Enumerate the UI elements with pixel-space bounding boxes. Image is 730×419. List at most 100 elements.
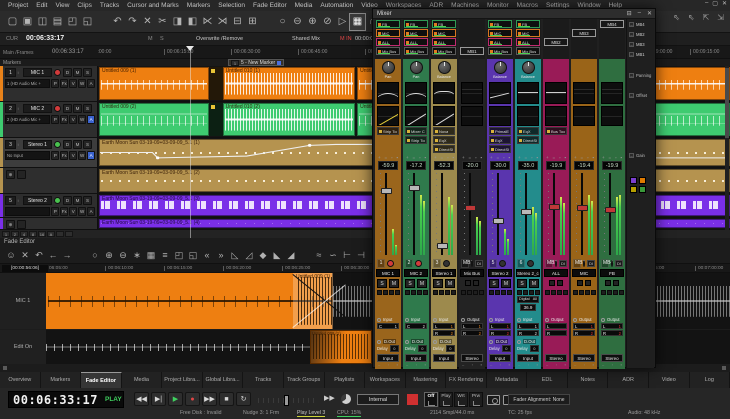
cut-tail-icon[interactable]: ⋊ xyxy=(215,14,230,30)
track-solo-button[interactable]: S xyxy=(83,196,92,205)
strip-mode-button[interactable]: Input xyxy=(377,354,399,362)
zoom-in-icon[interactable]: ⊕ xyxy=(102,250,116,261)
bottom-tab[interactable]: Media xyxy=(122,372,163,388)
mixer-send-slot[interactable] xyxy=(460,29,484,37)
track-stepper[interactable]: ↕ xyxy=(17,140,22,149)
master-timecode-display[interactable]: 00:06:33:17 PLAY xyxy=(8,391,124,408)
fader-value-display[interactable]: -20.0 xyxy=(462,161,482,170)
restore-icon[interactable]: ▢ xyxy=(712,0,718,7)
import-icon[interactable]: ◫ xyxy=(35,14,50,30)
list-icon[interactable]: ≡ xyxy=(158,250,172,260)
track-solo-button[interactable]: S xyxy=(83,104,92,113)
step-button[interactable]: ▶| xyxy=(151,392,166,406)
plugin-enabled-icon[interactable] xyxy=(491,148,494,151)
bottom-tab[interactable]: Markers xyxy=(41,372,82,388)
pan-knob[interactable] xyxy=(438,61,451,74)
strip-mode-button[interactable]: Stereo xyxy=(573,354,595,362)
track-p-button[interactable]: P xyxy=(51,115,59,124)
track-input-selector[interactable]: No Input xyxy=(5,151,50,160)
gain-section-toggle[interactable]: –Gain xyxy=(629,153,645,158)
track-w-button[interactable]: W xyxy=(78,115,86,124)
strip-record-button[interactable] xyxy=(471,260,473,267)
solo-button[interactable] xyxy=(577,280,583,286)
strip-option-buttons[interactable] xyxy=(431,289,457,296)
io-routing-row[interactable]: L1 xyxy=(517,323,539,329)
track-v-button[interactable]: V xyxy=(69,207,77,216)
bottom-tab[interactable]: Tracks xyxy=(243,372,284,388)
mixer-send-slot[interactable]: MIC xyxy=(432,29,456,37)
fader-cap[interactable] xyxy=(437,243,448,249)
plugin-slot[interactable]: PrimalEq xyxy=(489,127,511,135)
menu-item[interactable]: Fade Editor xyxy=(249,2,291,9)
plugin-enabled-icon[interactable] xyxy=(435,139,438,142)
play-preview-icon[interactable]: ▷ xyxy=(335,14,350,30)
delay-value[interactable]: 0 xyxy=(390,345,399,352)
level-left-icon[interactable]: ⊢ xyxy=(340,250,354,261)
track-header[interactable]: 3 ↕ Stereo 1 D M S No Input P Fx xyxy=(0,138,98,167)
eq-curve-display[interactable] xyxy=(433,82,455,104)
strip-util-row[interactable]: +=▫▪ xyxy=(375,154,401,161)
track-d-button[interactable]: D xyxy=(63,196,72,205)
strip-option-buttons[interactable] xyxy=(515,289,541,296)
crossfade-icon[interactable]: ◆ xyxy=(256,250,270,261)
height-preset-button[interactable]: 16 xyxy=(38,231,46,237)
strip-footer-icons[interactable]: –▫▪ xyxy=(571,362,597,368)
mixer-channel-strip[interactable]: MB3 xyxy=(571,19,597,369)
direct-out-toggle[interactable]: D.Out xyxy=(383,339,396,344)
close-icon[interactable]: ✕ xyxy=(18,250,32,261)
mixer-send-slot[interactable] xyxy=(572,20,596,28)
copy-fade-icon[interactable]: ◰ xyxy=(172,250,186,261)
mixer-send-slot[interactable]: Mix Bus xyxy=(516,47,540,55)
strip-name[interactable]: ALL xyxy=(544,269,568,277)
menu-item[interactable]: Automation xyxy=(316,2,357,9)
menu-item[interactable]: Clips xyxy=(73,2,95,9)
bottom-tab[interactable]: Notes xyxy=(568,372,609,388)
curve-b-icon[interactable]: ∽ xyxy=(326,250,340,261)
mixer-channel-strip[interactable]: MB4 xyxy=(599,19,625,369)
strip-footer-icons[interactable]: –▫▪ xyxy=(431,362,457,368)
height-preset-button[interactable]: A xyxy=(47,231,55,237)
fader-cap[interactable] xyxy=(409,185,420,191)
dynamics-curve-display[interactable] xyxy=(601,106,623,126)
delete-icon[interactable]: ✕ xyxy=(140,14,155,30)
track-solo-button[interactable]: S xyxy=(83,68,92,77)
curve-a-icon[interactable]: ≈ xyxy=(312,250,326,260)
channel-fader[interactable] xyxy=(433,171,455,257)
strip-record-button[interactable] xyxy=(611,260,613,267)
fader-cap[interactable] xyxy=(605,207,616,213)
pan-knob[interactable] xyxy=(382,61,395,74)
track-a-button[interactable]: A xyxy=(87,151,95,160)
mixer-send-slot[interactable]: Mix Bus xyxy=(488,47,512,55)
paste-icon[interactable]: ◧ xyxy=(185,14,200,30)
shuttle-icon[interactable]: ▶▶ xyxy=(324,394,335,402)
prev-edit-icon[interactable]: ← xyxy=(46,250,60,260)
mute-button[interactable]: M xyxy=(501,279,511,288)
loop-button[interactable]: ↻ xyxy=(236,392,251,406)
rewind-button[interactable]: ◀◀ xyxy=(134,392,149,406)
clip[interactable]: Untitled 010 (2) xyxy=(223,103,356,136)
collapsed-track-option[interactable] xyxy=(17,170,26,179)
strip-footer-icons[interactable]: –▫▪ xyxy=(599,362,625,368)
direct-out-toggle[interactable]: D.Out xyxy=(495,339,508,344)
strip-name[interactable]: MIC 1 xyxy=(376,269,400,277)
direct-out-badge[interactable]: DI xyxy=(475,260,483,267)
edit-cursor-tool-1[interactable]: ⇖ xyxy=(673,13,680,22)
plugin-slot[interactable]: Bus Tools xyxy=(545,127,567,135)
expand-track-button[interactable]: ⊕ xyxy=(6,170,15,179)
dynamics-curve-display[interactable] xyxy=(433,106,455,126)
fader-value-display[interactable]: -17.2 xyxy=(406,161,426,170)
smiley-icon[interactable]: ☺ xyxy=(4,250,18,260)
plugin-slot[interactable]: EqX xyxy=(433,136,455,144)
strip-name[interactable]: Stereo 1 xyxy=(432,269,456,277)
strip-name[interactable]: MIC 2 xyxy=(404,269,428,277)
paste-fade-icon[interactable]: ◱ xyxy=(186,250,200,261)
eq-curve-display[interactable] xyxy=(461,82,483,104)
zoom-out-icon[interactable]: ⊖ xyxy=(290,14,305,30)
mute-button[interactable] xyxy=(557,280,563,286)
plugin-slot[interactable]: DirectShow xyxy=(433,145,455,153)
strip-option-buttons[interactable] xyxy=(571,289,597,296)
menu-item[interactable]: Cursor and Marks xyxy=(123,2,183,9)
edit-cursor-tool-2[interactable]: ⇖ xyxy=(688,13,695,22)
plugin-enabled-icon[interactable] xyxy=(435,148,438,151)
mixer-send-slot[interactable]: ALL xyxy=(488,38,512,46)
